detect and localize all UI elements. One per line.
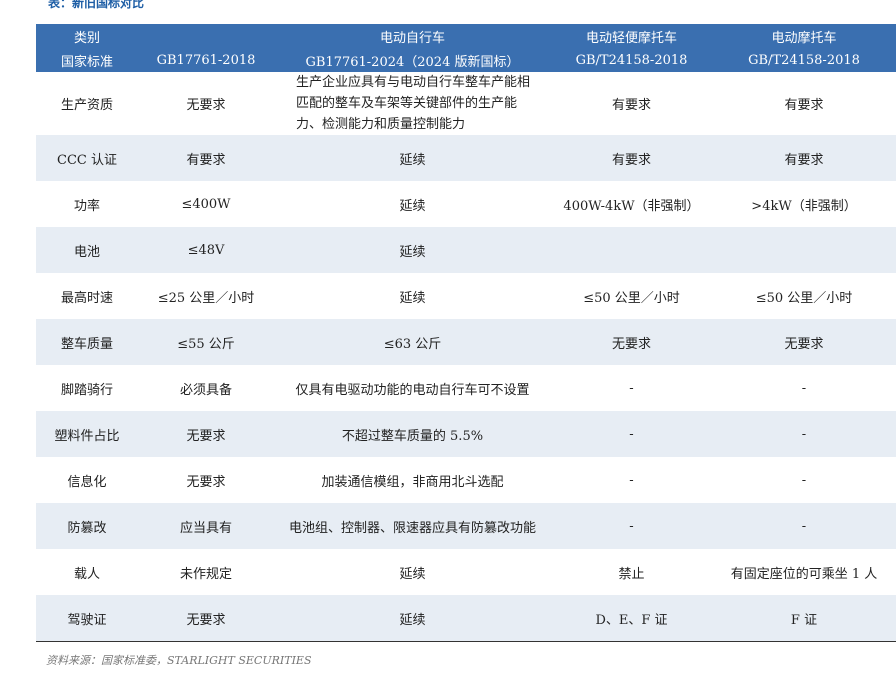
moto-cell: - [712, 411, 896, 457]
row-label: 驾驶证 [36, 595, 138, 642]
old-standard-cell: 有要求 [138, 135, 274, 181]
row-label: 脚踏骑行 [60, 382, 113, 398]
row-label: 载人 [73, 566, 100, 582]
new-standard-cell: 延续 [274, 595, 551, 642]
light-moto-cell: 400W-4kW（非强制） [563, 198, 700, 214]
row-label: 生产资质 [60, 98, 113, 113]
moto-cell: - [801, 472, 807, 488]
light-moto-cell: - [551, 503, 712, 549]
light-moto-cell: 禁止 [618, 566, 645, 582]
row-label: 防篡改 [36, 503, 138, 549]
new-standard-cell: 延续 [399, 566, 426, 582]
new-standard-cell: 不超过整车质量的 5.5% [274, 411, 551, 457]
row-label: 最高时速 [60, 290, 113, 306]
old-standard-cell: 无要求 [186, 98, 226, 113]
moto-cell: 有要求 [712, 135, 896, 181]
header-cell: 国家标准 [36, 48, 138, 72]
new-standard-cell: 延续 [399, 198, 426, 214]
moto-cell: >4kW（非强制） [751, 198, 857, 214]
moto-cell: 无要求 [712, 319, 896, 365]
header-cell: GB17761-2018 [138, 48, 274, 72]
old-standard-cell: 必须具备 [179, 382, 232, 398]
table-row: 驾驶证 无要求 延续 D、E、F 证 F 证 [36, 595, 896, 642]
light-moto-cell: 有要求 [611, 98, 651, 113]
row-label: 功率 [73, 198, 100, 214]
table-row: 功率 ≤400W 延续 400W-4kW（非强制） >4kW（非强制） [36, 181, 896, 227]
old-standard-cell: 应当具有 [138, 503, 274, 549]
old-standard-cell: 无要求 [186, 474, 226, 490]
new-standard-cell: 加装通信模组，非商用北斗选配 [321, 474, 504, 490]
old-standard-cell: ≤55 公斤 [138, 319, 274, 365]
moto-cell: 有固定座位的可乘坐 1 人 [730, 566, 878, 582]
old-standard-cell: 未作规定 [179, 566, 232, 582]
header-cell: GB17761-2024（2024 版新国标） [274, 48, 551, 72]
header-cell: 电动摩托车 [712, 24, 896, 48]
old-standard-cell: 无要求 [138, 595, 274, 642]
light-moto-cell: - [551, 411, 712, 457]
header-cell [138, 24, 274, 48]
moto-cell: - [801, 380, 807, 396]
light-moto-cell: 有要求 [551, 135, 712, 181]
comparison-table: 类别 电动自行车 电动轻便摩托车 电动摩托车 国家标准 GB17761-2018… [36, 24, 896, 642]
new-standard-cell: 延续 [399, 290, 426, 306]
light-moto-cell: - [629, 472, 634, 488]
table-row: 防篡改 应当具有 电池组、控制器、限速器应具有防篡改功能 - - [36, 503, 896, 549]
moto-cell: 有要求 [784, 98, 824, 113]
table-row: CCC 认证 有要求 延续 有要求 有要求 [36, 135, 896, 181]
light-moto-cell [551, 227, 712, 273]
source-note: 资料来源：国家标准委，STARLIGHT SECURITIES [46, 654, 312, 667]
header-cell: GB/T24158-2018 [551, 48, 712, 72]
table-row: 最高时速 ≤25 公里／小时 延续 ≤50 公里／小时 ≤50 公里／小时 [36, 273, 896, 319]
light-moto-cell: - [629, 380, 634, 396]
new-standard-cell: 延续 [274, 227, 551, 273]
new-standard-cell: 延续 [274, 135, 551, 181]
table-row: 电池 ≤48V 延续 [36, 227, 896, 273]
header-cell: 电动自行车 [274, 24, 551, 48]
moto-cell: F 证 [712, 595, 896, 642]
table-row: 整车质量 ≤55 公斤 ≤63 公斤 无要求 无要求 [36, 319, 896, 365]
table-caption: 表：新旧国标对比 [48, 0, 145, 10]
row-label: CCC 认证 [36, 135, 138, 181]
row-label: 信息化 [67, 474, 107, 490]
new-standard-cell: ≤63 公斤 [274, 319, 551, 365]
new-standard-cell: 仅具有电驱动功能的电动自行车可不设置 [295, 382, 530, 398]
row-label: 电池 [36, 227, 138, 273]
row-label: 塑料件占比 [36, 411, 138, 457]
table-row: 脚踏骑行 必须具备 仅具有电驱动功能的电动自行车可不设置 - - [36, 365, 896, 411]
moto-cell: - [712, 503, 896, 549]
new-standard-cell: 生产企业应具有与电动自行车整车产能相匹配的整车及车架等关键部件的生产能力、检测能… [296, 75, 531, 132]
old-standard-cell: ≤48V [138, 227, 274, 273]
old-standard-cell: ≤25 公里／小时 [157, 290, 255, 306]
header-cell: 类别 [36, 24, 138, 48]
header-row-standard: 国家标准 GB17761-2018 GB17761-2024（2024 版新国标… [36, 48, 896, 72]
moto-cell [712, 227, 896, 273]
header-cell: GB/T24158-2018 [712, 48, 896, 72]
light-moto-cell: D、E、F 证 [551, 595, 712, 642]
old-standard-cell: ≤400W [181, 196, 231, 212]
table-row: 生产资质 无要求 生产企业应具有与电动自行车整车产能相匹配的整车及车架等关键部件… [36, 72, 896, 135]
light-moto-cell: 无要求 [551, 319, 712, 365]
moto-cell: ≤50 公里／小时 [755, 290, 853, 306]
header-row-category: 类别 电动自行车 电动轻便摩托车 电动摩托车 [36, 24, 896, 48]
table-row: 塑料件占比 无要求 不超过整车质量的 5.5% - - [36, 411, 896, 457]
old-standard-cell: 无要求 [138, 411, 274, 457]
light-moto-cell: ≤50 公里／小时 [583, 290, 680, 306]
table-row: 信息化 无要求 加装通信模组，非商用北斗选配 - - [36, 457, 896, 503]
table-row: 载人 未作规定 延续 禁止 有固定座位的可乘坐 1 人 [36, 549, 896, 595]
row-label: 整车质量 [36, 319, 138, 365]
header-cell: 电动轻便摩托车 [551, 24, 712, 48]
new-standard-cell: 电池组、控制器、限速器应具有防篡改功能 [274, 503, 551, 549]
